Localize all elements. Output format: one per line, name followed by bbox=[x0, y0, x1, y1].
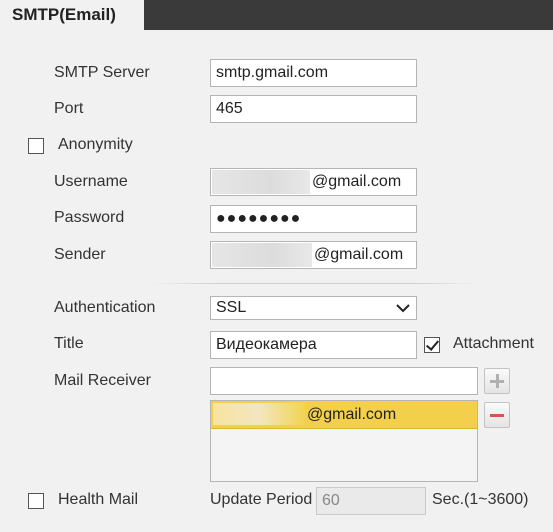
update-period-unit: Sec.(1~3600) bbox=[432, 491, 529, 508]
sender-input[interactable]: @gmail.com bbox=[210, 241, 417, 269]
title-input[interactable] bbox=[210, 331, 417, 359]
username-label: Username bbox=[54, 173, 128, 190]
receiver-suffix: @gmail.com bbox=[307, 406, 397, 423]
minus-icon bbox=[490, 414, 504, 417]
remove-receiver-button[interactable] bbox=[484, 402, 510, 428]
authentication-select[interactable]: SSL bbox=[210, 296, 417, 320]
health-mail-label: Health Mail bbox=[58, 491, 139, 508]
sender-label: Sender bbox=[54, 246, 106, 263]
port-input[interactable] bbox=[210, 95, 417, 123]
anonymity-label: Anonymity bbox=[58, 136, 133, 153]
tab-smtp-email[interactable]: SMTP(Email) bbox=[0, 0, 144, 30]
username-suffix: @gmail.com bbox=[312, 173, 402, 190]
sender-redacted bbox=[212, 243, 312, 267]
mail-receiver-list: @gmail.com bbox=[210, 400, 478, 482]
mail-receiver-label: Mail Receiver bbox=[54, 372, 151, 389]
port-label: Port bbox=[54, 100, 84, 117]
receiver-redacted bbox=[213, 403, 305, 425]
smtp-server-input[interactable] bbox=[210, 59, 417, 87]
list-item[interactable]: @gmail.com bbox=[211, 401, 477, 429]
chevron-down-icon bbox=[396, 304, 410, 313]
username-redacted bbox=[212, 170, 310, 194]
title-label: Title bbox=[54, 335, 84, 352]
health-mail-checkbox[interactable] bbox=[28, 493, 44, 509]
password-label: Password bbox=[54, 209, 125, 226]
authentication-selected-value: SSL bbox=[216, 299, 247, 316]
smtp-server-label: SMTP Server bbox=[54, 64, 150, 81]
section-divider bbox=[150, 283, 480, 284]
anonymity-checkbox[interactable] bbox=[28, 138, 44, 154]
attachment-checkbox[interactable] bbox=[424, 337, 440, 353]
username-input[interactable]: @gmail.com bbox=[210, 168, 417, 196]
sender-suffix: @gmail.com bbox=[314, 246, 404, 263]
tab-bar: SMTP(Email) bbox=[0, 0, 553, 30]
mail-receiver-input[interactable] bbox=[210, 367, 478, 395]
password-input[interactable]: ●●●●●●●● bbox=[210, 205, 417, 233]
update-period-input[interactable] bbox=[316, 487, 426, 515]
add-receiver-button[interactable] bbox=[484, 368, 510, 394]
authentication-label: Authentication bbox=[54, 299, 156, 316]
attachment-label: Attachment bbox=[453, 335, 534, 352]
update-period-label: Update Period bbox=[210, 491, 313, 508]
